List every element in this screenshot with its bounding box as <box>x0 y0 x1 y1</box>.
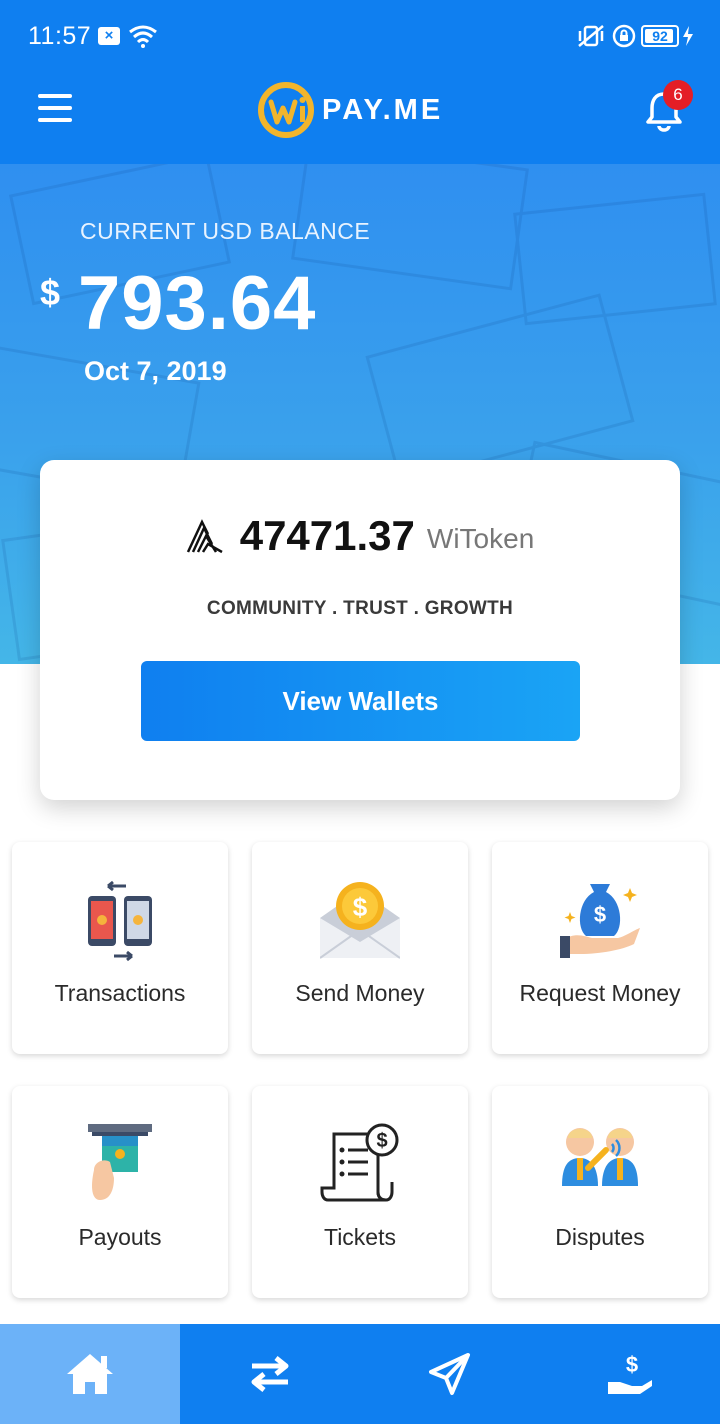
tile-label: Payouts <box>78 1224 162 1250</box>
home-icon <box>67 1354 113 1394</box>
svg-text:$: $ <box>376 1130 387 1152</box>
disputes-icon <box>562 1128 638 1186</box>
transactions-icon <box>88 880 152 962</box>
app-logo: PAY.ME <box>256 80 443 140</box>
notification-badge: 6 <box>663 80 693 110</box>
vibrate-off-icon <box>578 25 604 47</box>
request-money-icon: $ <box>560 884 640 958</box>
token-card: 47471.37 WiToken COMMUNITY . TRUST . GRO… <box>40 460 680 800</box>
tickets-icon: $ <box>320 1123 399 1202</box>
logo-text: PAY.ME <box>322 93 444 126</box>
svg-text:$: $ <box>594 902 606 927</box>
tile-disputes[interactable]: Disputes <box>492 1086 708 1298</box>
tile-send-money[interactable]: $ Send Money <box>252 842 468 1054</box>
view-wallets-button[interactable]: View Wallets <box>141 661 580 741</box>
transfer-icon <box>251 1356 289 1392</box>
token-unit: WiToken <box>426 523 535 554</box>
token-value: 47471.37 <box>239 512 415 559</box>
nav-transfer[interactable] <box>180 1324 360 1424</box>
witoken-icon <box>186 519 223 554</box>
tile-label: Send Money <box>295 980 425 1006</box>
hamburger-icon <box>38 94 72 98</box>
tile-request-money[interactable]: $ Request Money <box>492 842 708 1054</box>
bottom-nav: $ <box>0 1324 720 1424</box>
wi-logo-icon <box>258 82 314 138</box>
menu-button[interactable] <box>38 94 74 124</box>
send-money-icon: $ <box>320 882 400 959</box>
token-balance-row: 47471.37 WiToken <box>40 512 680 560</box>
notification-x-icon: × <box>98 27 120 45</box>
wifi-icon <box>129 25 157 48</box>
rotation-lock-icon <box>612 24 636 48</box>
tile-label: Tickets <box>324 1224 396 1250</box>
currency-symbol: $ <box>40 272 61 313</box>
request-icon: $ <box>608 1352 652 1394</box>
tile-tickets[interactable]: $ Tickets <box>252 1086 468 1298</box>
nav-request[interactable]: $ <box>540 1324 720 1424</box>
tile-label: Request Money <box>519 980 681 1006</box>
svg-text:$: $ <box>626 1352 638 1377</box>
tile-label: Disputes <box>555 1224 645 1250</box>
send-icon <box>429 1353 470 1395</box>
balance-date: Oct 7, 2019 <box>84 356 227 386</box>
tile-payouts[interactable]: Payouts <box>12 1086 228 1298</box>
svg-text:$: $ <box>353 892 368 922</box>
status-time: 11:57 <box>28 22 92 50</box>
app-bar: PAY.ME 6 <box>0 72 720 164</box>
tagline: COMMUNITY . TRUST . GROWTH <box>206 598 514 619</box>
nav-send[interactable] <box>360 1324 540 1424</box>
payouts-icon <box>88 1124 152 1200</box>
balance-amount: 793.64 <box>78 261 317 346</box>
tile-label: Transactions <box>54 980 186 1006</box>
nav-home[interactable] <box>0 1324 180 1424</box>
battery-indicator: 92 <box>641 25 679 47</box>
charging-icon <box>683 26 693 46</box>
status-bar: 11:57 × 92 <box>0 0 720 72</box>
balance-label: CURRENT USD BALANCE <box>80 218 371 244</box>
tile-transactions[interactable]: Transactions <box>12 842 228 1054</box>
